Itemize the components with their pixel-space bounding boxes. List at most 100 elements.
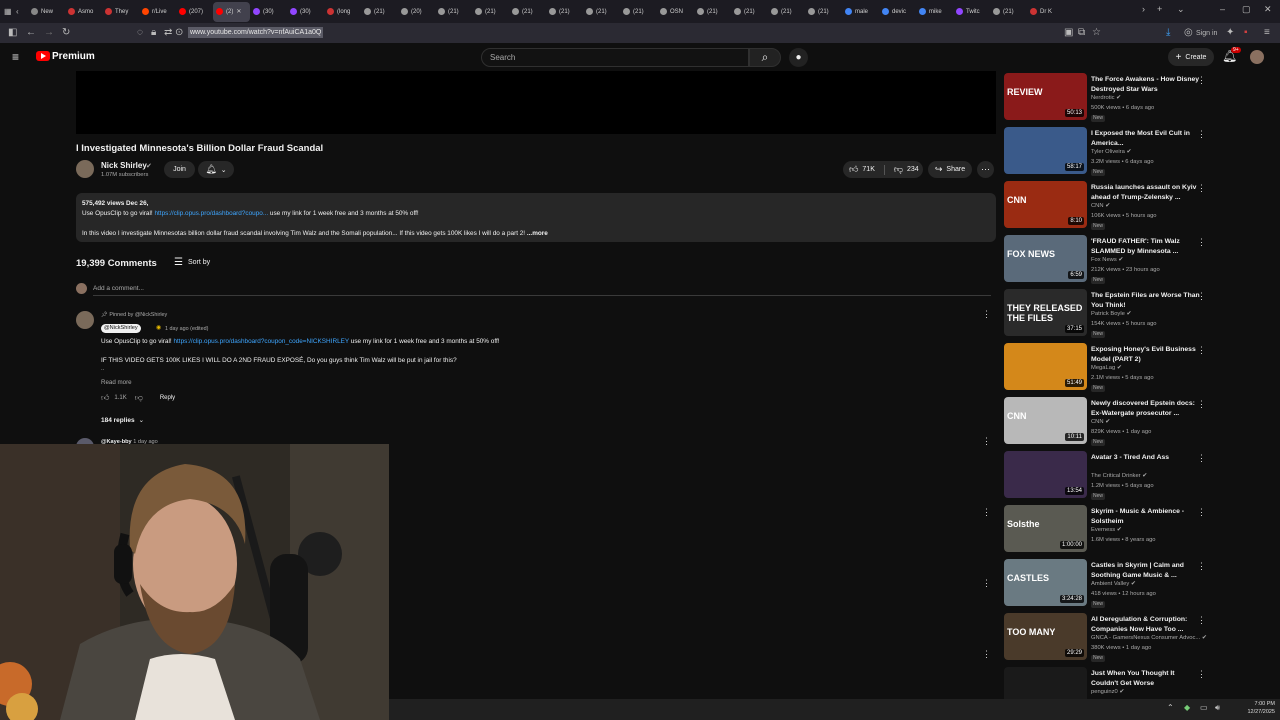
close-tab-icon[interactable]: ✕	[236, 8, 241, 15]
recommended-video[interactable]: TOO MANY 29:29 AI Deregulation & Corruptio…	[1004, 613, 1209, 662]
recommended-more-icon[interactable]: ⋮	[1197, 291, 1206, 302]
browser-tab[interactable]: (21)	[731, 2, 768, 22]
browser-tab[interactable]: (long	[324, 2, 361, 22]
recommended-title[interactable]: Just When You Thought It Couldn't Get Wo…	[1091, 669, 1203, 689]
comment-dislike-icon[interactable]: 👎︎	[135, 393, 143, 403]
recommended-channel[interactable]: penguinz0 ✔	[1091, 689, 1124, 695]
recommended-channel[interactable]: Patrick Boyle ✔	[1091, 311, 1131, 317]
sort-by-button[interactable]: ☰ Sort by	[174, 257, 210, 268]
recommended-title[interactable]: The Force Awakens - How Disney Destroyed…	[1091, 75, 1203, 95]
comment-more-icon-4[interactable]: ⋮	[982, 578, 991, 589]
browser-tab[interactable]: (2) ✕	[213, 1, 250, 22]
recommended-title[interactable]: Newly discovered Epstein docs: Ex-Waterg…	[1091, 399, 1203, 419]
reader-view-icon[interactable]: ▣	[1064, 27, 1073, 39]
lock-icon[interactable]: 🔒︎	[151, 27, 156, 39]
recommended-title[interactable]: I Exposed the Most Evil Cult in America.…	[1091, 129, 1203, 149]
browser-tab[interactable]: (30)	[287, 2, 324, 22]
browser-tab[interactable]: (207)	[176, 2, 213, 22]
recommended-channel[interactable]: Tyler Oliveira ✔	[1091, 149, 1131, 155]
browser-tab[interactable]: Twitc	[953, 2, 990, 22]
video-thumbnail[interactable]: CNN 8:10	[1004, 181, 1087, 228]
join-button[interactable]: Join	[164, 161, 195, 178]
recommended-channel[interactable]: MegaLag ✔	[1091, 365, 1122, 371]
url-field[interactable]: www.youtube.com/watch?v=nfAuiCA1a0Q	[188, 27, 324, 38]
recommended-title[interactable]: 'FRAUD FATHER': Tim Walz SLAMMED by Minn…	[1091, 237, 1203, 257]
dislike-button[interactable]: 👎︎ 234	[894, 164, 919, 175]
description-box[interactable]: 575,492 views Dec 26, Use OpusClip to go…	[76, 193, 996, 242]
create-button[interactable]: + Create	[1168, 48, 1214, 66]
comment-more-icon[interactable]: ⋮	[982, 309, 991, 320]
browser-tab[interactable]: (21)	[583, 2, 620, 22]
recommended-title[interactable]: AI Deregulation & Corruption: Companies …	[1091, 615, 1203, 635]
more-actions-button[interactable]: ⋯	[977, 161, 994, 178]
browser-sign-in[interactable]: Sign in	[1196, 28, 1217, 40]
browser-tab[interactable]: New	[28, 2, 65, 22]
recommended-video[interactable]: 13:54 Avatar 3 - Tired And Ass The Critica…	[1004, 451, 1209, 500]
browser-tab[interactable]: devic	[879, 2, 916, 22]
add-comment-input[interactable]: Add a comment...	[93, 285, 144, 292]
new-tab-icon[interactable]: +	[1157, 4, 1162, 14]
tray-app-icon[interactable]: ◆	[1184, 703, 1190, 712]
recommended-more-icon[interactable]: ⋮	[1197, 345, 1206, 356]
recommended-channel[interactable]: CNN ✔	[1091, 419, 1110, 425]
video-thumbnail[interactable]: REVIEW 50:13	[1004, 73, 1087, 120]
like-button[interactable]: 👍︎ 71K	[849, 164, 875, 175]
browser-tab[interactable]: Asmo	[65, 2, 102, 22]
reply-button[interactable]: Reply	[160, 395, 175, 401]
tab-overview-icon[interactable]: ▦	[4, 7, 16, 16]
recommended-video[interactable]: REVIEW 50:13 The Force Awakens - How Disne…	[1004, 73, 1209, 122]
download-icon[interactable]: ⤓	[1166, 27, 1170, 39]
recommended-more-icon[interactable]: ⋮	[1197, 453, 1206, 464]
clock-time[interactable]: 7:00 PM	[1235, 701, 1275, 707]
recommended-title[interactable]: The Epstein Files are Worse Than You Thi…	[1091, 291, 1203, 311]
browser-tab[interactable]: (21)	[620, 2, 657, 22]
video-thumbnail[interactable]: 51:49	[1004, 343, 1087, 390]
video-player[interactable]	[76, 71, 996, 134]
recommended-more-icon[interactable]: ⋮	[1197, 507, 1206, 518]
browser-tab[interactable]: (30)	[250, 2, 287, 22]
recommended-channel[interactable]: Fox News ✔	[1091, 257, 1123, 263]
channel-avatar[interactable]	[76, 160, 94, 178]
extensions-icon[interactable]: ✦	[1226, 27, 1234, 39]
account-icon[interactable]: ◎	[1184, 27, 1193, 39]
comment-link[interactable]: https://clip.opus.pro/dashboard?coupon_c…	[173, 338, 349, 345]
browser-tab[interactable]: mike	[916, 2, 953, 22]
description-link[interactable]: https://clip.opus.pro/dashboard?coupo...	[154, 210, 268, 217]
recommended-more-icon[interactable]: ⋮	[1197, 183, 1206, 194]
comment-author-badge[interactable]: @NickShirley	[101, 324, 141, 333]
recommended-channel[interactable]: Everness ✔	[1091, 527, 1122, 533]
recommended-more-icon[interactable]: ⋮	[1197, 561, 1206, 572]
browser-tab[interactable]: (21)	[694, 2, 731, 22]
recommended-channel[interactable]: The Critical Drinker ✔	[1091, 473, 1147, 479]
browser-tab[interactable]: male	[842, 2, 879, 22]
browser-tab[interactable]: (21)	[546, 2, 583, 22]
recommended-video[interactable]: THEY RELEASED THE FILES 37:15 The Epstein …	[1004, 289, 1209, 338]
reload-icon[interactable]: ↻	[62, 27, 70, 39]
permissions-icon[interactable]: ⇄	[164, 27, 172, 39]
close-window-icon[interactable]: ✕	[1264, 4, 1272, 15]
youtube-premium-label[interactable]: Premium	[52, 51, 95, 62]
recommended-channel[interactable]: CNN ✔	[1091, 203, 1110, 209]
video-thumbnail[interactable]: CASTLES 3:24:28	[1004, 559, 1087, 606]
recommended-more-icon[interactable]: ⋮	[1197, 399, 1206, 410]
browser-tab[interactable]: (21)	[472, 2, 509, 22]
addon-icon[interactable]: ▪	[1244, 27, 1248, 39]
video-thumbnail[interactable]: FOX NEWS 6:59	[1004, 235, 1087, 282]
youtube-logo-icon[interactable]	[36, 51, 50, 61]
minimize-icon[interactable]: –	[1220, 4, 1225, 14]
picture-in-picture-icon[interactable]: ⧉	[1078, 27, 1085, 39]
video-thumbnail[interactable]: CNN 10:11	[1004, 397, 1087, 444]
comment-like-icon[interactable]: 👍︎	[101, 393, 109, 403]
comment-more-icon-3[interactable]: ⋮	[982, 507, 991, 518]
browser-tab[interactable]: (21)	[361, 2, 398, 22]
tab-list-icon[interactable]: ⌄	[1177, 4, 1185, 15]
menu-icon[interactable]: ≡	[1264, 27, 1270, 39]
browser-tab[interactable]: (21)	[990, 2, 1027, 22]
browser-tab[interactable]: OSN	[657, 2, 694, 22]
read-more-link[interactable]: Read more	[101, 379, 132, 386]
recommended-video[interactable]: CNN 8:10 Russia launches assault on Kyiv a…	[1004, 181, 1209, 230]
recommended-title[interactable]: Avatar 3 - Tired And Ass	[1091, 453, 1203, 463]
comment-more-icon-5[interactable]: ⋮	[982, 649, 991, 660]
comment-author-avatar[interactable]	[76, 311, 94, 329]
tab-back-icon[interactable]: ‹	[16, 7, 28, 16]
